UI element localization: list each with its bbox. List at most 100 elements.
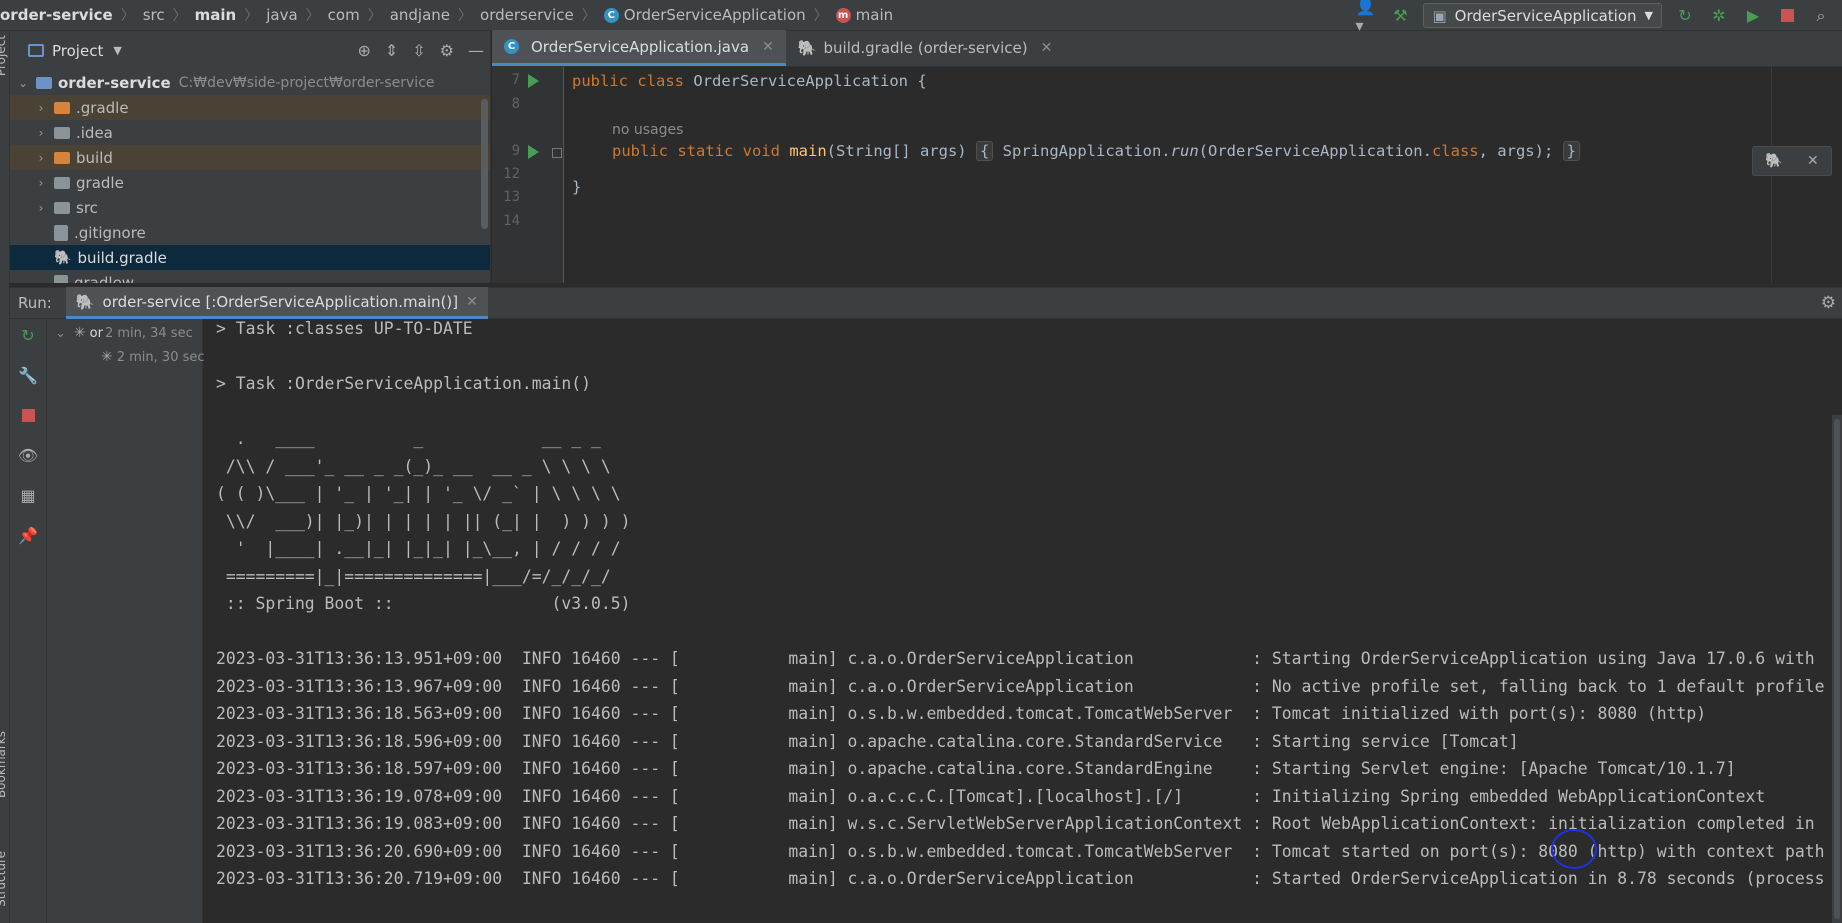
build-hammer-icon[interactable]: ⚒ xyxy=(1389,5,1411,27)
tree-root-order-service[interactable]: ⌄ order-service C:₩dev₩side-project₩orde… xyxy=(10,70,490,95)
project-view-icon xyxy=(28,44,44,57)
breadcrumb-class[interactable]: C OrderServiceApplication xyxy=(603,6,806,24)
project-panel: Project ▼ ⊕ ⇕ ⇳ ⚙ — ⌄ order-service C:₩d… xyxy=(10,31,491,283)
code-method-name: main xyxy=(789,142,827,160)
folder-icon xyxy=(54,201,70,214)
code-line-7[interactable]: public class OrderServiceApplication { xyxy=(572,72,927,90)
run-gutter-icon[interactable] xyxy=(528,74,539,88)
breadcrumb-method-label: main xyxy=(855,6,894,24)
tree-item-src[interactable]: › src xyxy=(10,195,490,220)
breadcrumb-separator: 〉 xyxy=(305,8,320,24)
project-scrollbar[interactable] xyxy=(481,99,488,229)
tree-item-idea[interactable]: › .idea xyxy=(10,120,490,145)
breadcrumb-orderservice[interactable]: orderservice xyxy=(480,6,574,24)
run-tree-item[interactable]: ✳ 2 min, 30 sec xyxy=(101,349,205,365)
run-tab-order-service[interactable]: 🐘 order-service [:OrderServiceApplicatio… xyxy=(65,287,488,319)
run-panel-header: Run: 🐘 order-service [:OrderServiceAppli… xyxy=(10,287,1842,319)
code-keyword: class xyxy=(1431,142,1479,160)
gear-icon[interactable]: ⚙ xyxy=(440,41,454,60)
gear-icon[interactable]: ⚙ xyxy=(1821,293,1836,313)
rerun-icon[interactable]: ↻ xyxy=(1674,5,1696,27)
stop-icon[interactable] xyxy=(18,405,38,425)
breadcrumb-separator: 〉 xyxy=(458,8,473,24)
breadcrumb-com[interactable]: com xyxy=(328,6,360,24)
layout-icon[interactable]: ▦ xyxy=(18,485,38,505)
rerun-icon[interactable]: ↻ xyxy=(18,325,38,345)
excluded-folder-icon xyxy=(54,151,70,164)
user-icon[interactable]: 👤▾ xyxy=(1355,0,1377,35)
tree-item-gradle-dir[interactable]: › .gradle xyxy=(10,95,490,120)
collapse-all-icon[interactable]: ⇳ xyxy=(412,41,425,60)
editor-area: C OrderServiceApplication.java ✕ 🐘 build… xyxy=(492,30,1842,283)
breadcrumb-project[interactable]: order-service xyxy=(0,6,113,24)
close-icon[interactable]: ✕ xyxy=(762,39,774,55)
project-panel-title[interactable]: Project xyxy=(52,42,103,60)
search-icon[interactable]: ⌕ xyxy=(1810,5,1832,27)
tree-item-label: gradlew xyxy=(74,273,135,284)
breadcrumb-andjane[interactable]: andjane xyxy=(390,6,450,24)
chevron-down-icon: ▼ xyxy=(1644,9,1653,22)
code-text: SpringApplication. xyxy=(1002,142,1171,160)
run-configuration-dropdown[interactable]: ▣ OrderServiceApplication ▼ xyxy=(1423,3,1662,28)
collapsed-block[interactable]: } xyxy=(1562,141,1580,161)
tree-item-gitignore[interactable]: .gitignore xyxy=(10,220,490,245)
code-text: OrderServiceApplication { xyxy=(693,72,927,90)
breadcrumb-src[interactable]: src xyxy=(143,6,165,24)
console-line: > Task :OrderServiceApplication.main() xyxy=(216,374,591,393)
tab-build-gradle[interactable]: 🐘 build.gradle (order-service) ✕ xyxy=(786,30,1065,66)
close-icon[interactable]: ✕ xyxy=(466,294,478,310)
minimize-icon[interactable]: — xyxy=(468,41,484,60)
chevron-down-icon[interactable]: ⌄ xyxy=(55,326,66,341)
chevron-down-icon[interactable]: ⌄ xyxy=(16,76,30,90)
breadcrumb-separator: 〉 xyxy=(244,8,259,24)
chevron-down-icon[interactable]: ▼ xyxy=(113,44,121,57)
folder-icon xyxy=(54,126,70,139)
project-tool-label[interactable]: Project xyxy=(0,35,8,76)
console-log-line: 2023-03-31T13:36:19.078+09:00 INFO 16460… xyxy=(216,786,1766,806)
breadcrumb-method[interactable]: m main xyxy=(835,6,894,24)
chevron-right-icon[interactable]: › xyxy=(34,151,48,165)
console-output[interactable]: > Task :classes UP-TO-DATE > Task :Order… xyxy=(204,319,1842,923)
tree-root-label: order-service xyxy=(58,73,171,92)
tree-item-gradlew[interactable]: gradlew xyxy=(10,270,490,283)
bookmarks-tool-label[interactable]: Bookmarks xyxy=(0,731,8,798)
breadcrumb-main[interactable]: main xyxy=(195,6,237,24)
pin-icon[interactable]: 📌 xyxy=(18,525,38,545)
tab-label: build.gradle (order-service) xyxy=(823,39,1028,57)
gradle-elephant-icon: 🐘 xyxy=(75,292,95,311)
tree-item-build[interactable]: › build xyxy=(10,145,490,170)
usages-hint[interactable]: no usages xyxy=(612,122,683,138)
tree-item-gradle[interactable]: › gradle xyxy=(10,170,490,195)
tab-order-service-application[interactable]: C OrderServiceApplication.java ✕ xyxy=(492,30,786,66)
expand-all-icon[interactable]: ⇕ xyxy=(385,41,398,60)
console-scrollbar-thumb[interactable] xyxy=(1834,419,1840,919)
stop-icon[interactable] xyxy=(1776,5,1798,27)
close-icon[interactable]: ✕ xyxy=(1807,153,1819,169)
run-gutter-icon[interactable] xyxy=(528,145,539,159)
breadcrumb-java[interactable]: java xyxy=(266,6,297,24)
line-number: 7 xyxy=(511,72,520,88)
structure-tool-label[interactable]: Structure xyxy=(0,851,8,907)
console-log-line: 2023-03-31T13:36:20.719+09:00 INFO 16460… xyxy=(216,869,1825,888)
code-line-13[interactable]: } xyxy=(572,178,581,196)
chevron-right-icon[interactable]: › xyxy=(34,126,48,140)
eye-icon[interactable]: 👁 xyxy=(18,445,38,465)
gradle-reload-icon[interactable]: 🐘 xyxy=(1765,153,1782,169)
run-tree-item[interactable]: ⌄ ✳ or 2 min, 34 sec xyxy=(55,325,193,341)
navigation-bar: order-service 〉 src 〉 main 〉 java 〉 com … xyxy=(0,0,1842,35)
collapsed-block[interactable]: { xyxy=(975,141,994,161)
chevron-right-icon[interactable]: › xyxy=(34,101,48,115)
breadcrumb-separator: 〉 xyxy=(120,8,135,24)
run-toolbar: ↻ 🔧 👁 ▦ 📌 xyxy=(10,319,47,923)
tree-item-build-gradle[interactable]: 🐘 build.gradle xyxy=(10,245,490,270)
wrench-icon[interactable]: 🔧 xyxy=(18,365,38,385)
close-icon[interactable]: ✕ xyxy=(1041,40,1053,56)
coverage-icon[interactable]: ▶ xyxy=(1742,5,1764,27)
chevron-right-icon[interactable]: › xyxy=(34,201,48,215)
code-line-9[interactable]: public static void main(String[] args) {… xyxy=(612,141,1580,161)
chevron-right-icon[interactable]: › xyxy=(34,176,48,190)
gradle-elephant-icon: 🐘 xyxy=(797,39,817,57)
locate-icon[interactable]: ⊕ xyxy=(357,41,370,60)
fold-icon[interactable] xyxy=(552,148,562,158)
debug-icon[interactable]: ✲ xyxy=(1708,5,1730,27)
